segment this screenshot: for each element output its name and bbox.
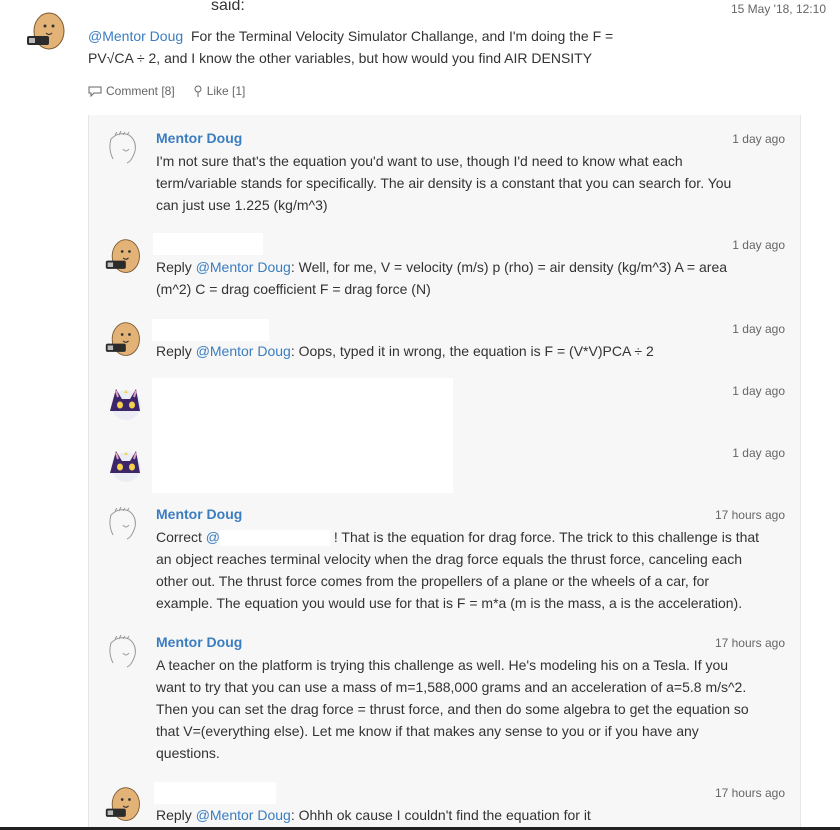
comment-time: 1 day ago bbox=[732, 238, 785, 252]
comment-author[interactable]: Mentor Doug bbox=[156, 506, 242, 522]
comment-body: Reply @Mentor Doug: Well, for me, V = ve… bbox=[156, 256, 788, 300]
redacted-username bbox=[152, 319, 269, 341]
comment-time: 1 day ago bbox=[732, 384, 785, 398]
cat-avatar[interactable] bbox=[104, 381, 144, 421]
post-mention-link[interactable]: @Mentor Doug bbox=[88, 28, 183, 44]
user-avatar[interactable] bbox=[104, 320, 144, 360]
comment-label: Comment [8] bbox=[106, 84, 175, 98]
redacted-username bbox=[154, 782, 276, 804]
comment-line: example. The equation you would use for … bbox=[156, 595, 743, 611]
cat-avatar[interactable] bbox=[104, 443, 144, 483]
comment-line: ! That is the equation for drag force. T… bbox=[333, 529, 760, 545]
post-timestamp: 15 May '18, 12:10 bbox=[730, 2, 826, 16]
comment-line: : Well, for me, V = velocity (m/s) p (rh… bbox=[290, 259, 728, 275]
pin-icon bbox=[194, 85, 202, 97]
comment-line: I'm not sure that's the equation you'd w… bbox=[156, 153, 683, 169]
post-text-line2: PV√CA ÷ 2, and I know the other variable… bbox=[88, 50, 593, 66]
comment-time: 17 hours ago bbox=[714, 636, 785, 650]
like-button[interactable]: Like [1] bbox=[193, 84, 246, 98]
comment-line: can just use 1.225 (kg/m^3) bbox=[156, 197, 328, 213]
comment-line: Then you can set the drag force = thrust… bbox=[156, 701, 749, 717]
comment-line: A teacher on the platform is trying this… bbox=[156, 657, 729, 673]
comment-button[interactable]: Comment [8] bbox=[88, 84, 175, 98]
like-label: Like [1] bbox=[206, 84, 246, 98]
comment-prefix: Correct bbox=[156, 529, 202, 545]
redacted-username bbox=[220, 530, 331, 547]
said-label: said: bbox=[211, 0, 245, 14]
comment-body: Correct @ ! That is the equation for dra… bbox=[156, 526, 788, 614]
comment-line: that V=(everything else). Let me know if… bbox=[156, 723, 699, 739]
comment-line: other out. The thrust force comes from t… bbox=[156, 573, 710, 589]
comment-author[interactable]: Mentor Doug bbox=[156, 634, 242, 650]
post-actions: Comment [8] Like [1] bbox=[88, 84, 245, 98]
mention-link[interactable]: @Mentor Doug bbox=[196, 259, 291, 275]
redacted-username bbox=[153, 233, 263, 255]
comment-time: 1 day ago bbox=[732, 132, 785, 146]
post-author-avatar[interactable] bbox=[25, 10, 69, 54]
comment-body: Reply @Mentor Doug: Ohhh ok cause I coul… bbox=[156, 804, 788, 826]
comment-line: : Ohhh ok cause I couldn't find the equa… bbox=[290, 807, 591, 823]
comment-line: an object reaches terminal velocity when… bbox=[156, 551, 742, 567]
post-body: @Mentor Doug For the Terminal Velocity S… bbox=[88, 25, 708, 69]
mention-link[interactable]: @Mentor Doug bbox=[196, 807, 291, 823]
comment-line: want to try that you can use a mass of m… bbox=[156, 679, 747, 695]
reply-prefix: Reply bbox=[156, 259, 192, 275]
comment-line: term/variable stands for specifically. T… bbox=[156, 175, 732, 191]
mention-link[interactable]: @ bbox=[206, 529, 220, 545]
comment-body: I'm not sure that's the equation you'd w… bbox=[156, 150, 788, 216]
post-text-line1: For the Terminal Velocity Simulator Chal… bbox=[190, 28, 614, 44]
comment-body: Reply @Mentor Doug: Oops, typed it in wr… bbox=[156, 340, 788, 362]
comment-time: 1 day ago bbox=[732, 446, 785, 460]
comment-author[interactable]: Mentor Doug bbox=[156, 130, 242, 146]
reply-prefix: Reply bbox=[156, 343, 192, 359]
comment-time: 17 hours ago bbox=[714, 508, 785, 522]
user-avatar[interactable] bbox=[104, 237, 144, 277]
mentor-avatar[interactable] bbox=[103, 127, 143, 167]
mentor-avatar[interactable] bbox=[103, 631, 143, 671]
comment-body: A teacher on the platform is trying this… bbox=[156, 654, 788, 764]
comment-icon bbox=[88, 86, 102, 97]
comment-time: 1 day ago bbox=[732, 322, 785, 336]
reply-prefix: Reply bbox=[156, 807, 192, 823]
comment-line: questions. bbox=[156, 745, 220, 761]
redacted-content bbox=[152, 378, 453, 493]
user-avatar[interactable] bbox=[104, 785, 144, 825]
mention-link[interactable]: @Mentor Doug bbox=[196, 343, 291, 359]
comment-line: : Oops, typed it in wrong, the equation … bbox=[290, 343, 654, 359]
comment-line: (m^2) C = drag coefficient F = drag forc… bbox=[156, 281, 431, 297]
mentor-avatar[interactable] bbox=[103, 503, 143, 543]
comment-time: 17 hours ago bbox=[714, 786, 785, 800]
